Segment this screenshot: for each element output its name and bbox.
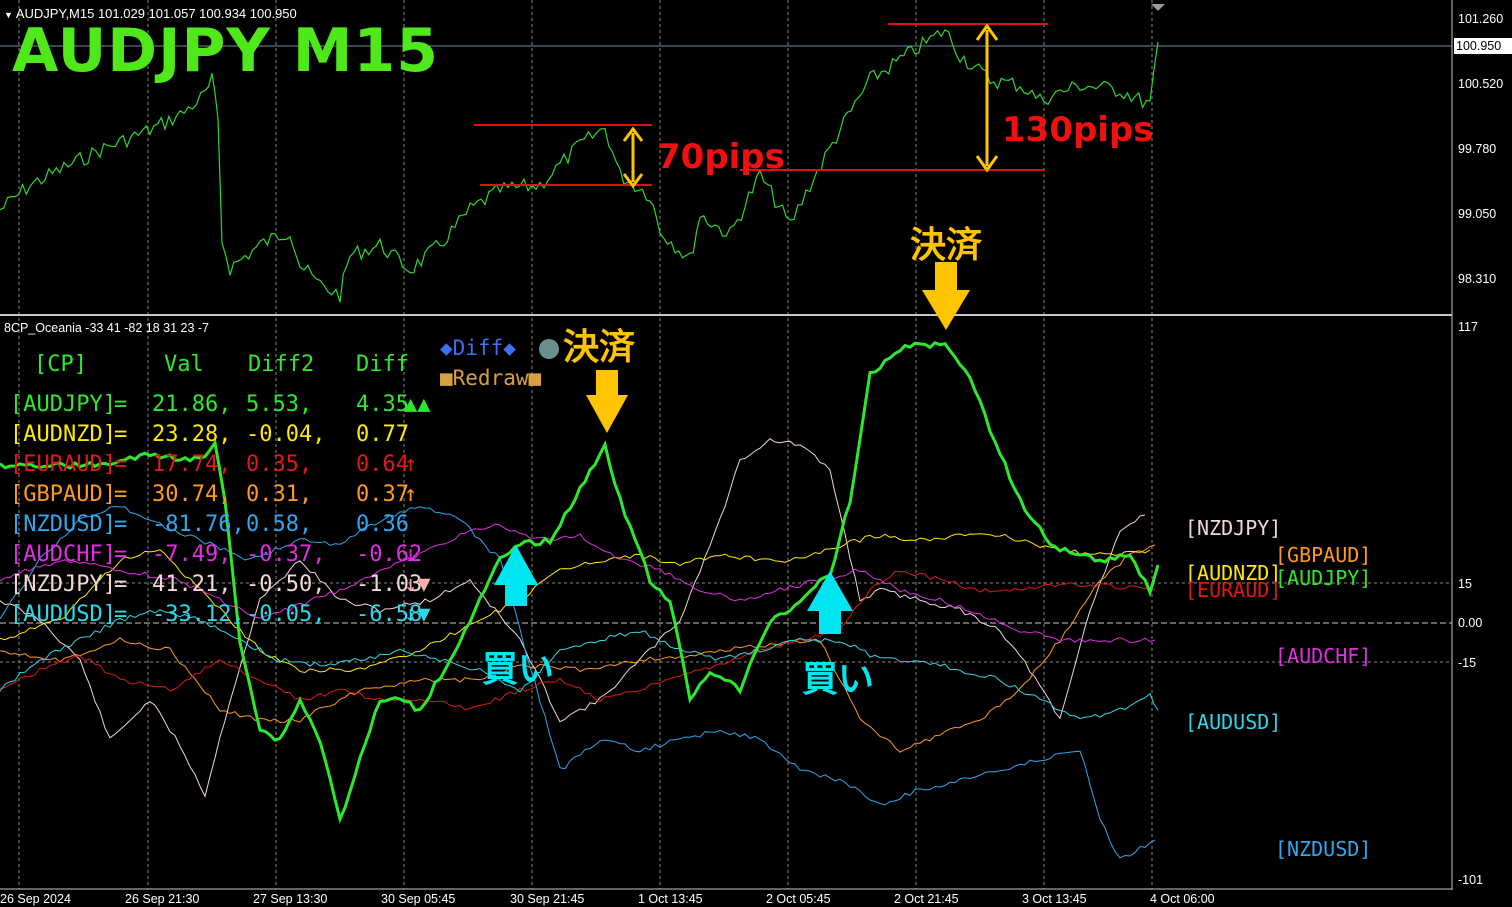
- pair-label-audchf: [AUDCHF]: [1275, 644, 1372, 668]
- table-cell-pair: [AUDCHF]: [10, 542, 116, 567]
- time-axis-label: 3 Oct 13:45: [1022, 892, 1087, 906]
- diff-button[interactable]: ◆Diff◆: [440, 336, 516, 360]
- table-cell-val: 41.21,: [152, 572, 232, 597]
- pips-label-70: 70pips: [657, 137, 785, 177]
- table-cell-eq: =: [114, 422, 128, 447]
- time-axis-label: 2 Oct 21:45: [894, 892, 959, 906]
- indicator-header: 8CP_Oceania -33 41 -82 18 31 23 -7: [4, 321, 209, 335]
- table-cell-pair: [AUDJPY]: [10, 392, 116, 417]
- time-axis-label: 30 Sep 21:45: [510, 892, 585, 906]
- pair-label-euraud: [EURAUD]: [1185, 578, 1282, 602]
- buy-label: 買い: [802, 659, 875, 700]
- indicator-axis-label: -101: [1458, 873, 1484, 887]
- pair-label-gbpaud: [GBPAUD]: [1275, 543, 1372, 567]
- table-cell-val: 21.86,: [152, 392, 232, 417]
- exit-arrow-down-icon: [586, 370, 628, 433]
- table-cell-eq: =: [114, 542, 128, 567]
- table-cell-diff: 0.36: [356, 512, 409, 537]
- current-price-box: 100.950: [1454, 38, 1512, 54]
- table-cell-eq: =: [114, 602, 128, 627]
- table-cell-eq: =: [114, 452, 128, 477]
- range-arrow-70: [622, 126, 644, 189]
- indicator-axis-label: 15: [1458, 577, 1472, 591]
- table-cell-diff2: 0.58,: [246, 512, 313, 537]
- exit-arrow-down-icon: [922, 262, 970, 330]
- table-cell-eq: =: [114, 512, 128, 537]
- time-axis-label: 1 Oct 13:45: [638, 892, 703, 906]
- diff-toggle-dot-icon[interactable]: [539, 339, 559, 359]
- table-cell-mark: ↓▼: [404, 572, 431, 597]
- price-axis-label: 100.520: [1458, 77, 1504, 91]
- pips-label-130: 130pips: [1002, 110, 1154, 150]
- table-cell-diff: 0.64: [356, 452, 409, 477]
- table-cell-diff2: -0.05,: [246, 602, 326, 627]
- pair-label-audjpy: [AUDJPY]: [1275, 566, 1372, 590]
- table-cell-val: -33.12,: [152, 602, 245, 627]
- indicator-axis-label: -15: [1458, 656, 1477, 670]
- time-axis-label: 26 Sep 21:30: [125, 892, 200, 906]
- table-cell-pair: [AUDNZD]: [10, 422, 116, 447]
- table-cell-diff: 0.77: [356, 422, 409, 447]
- table-cell-mark: ↑: [404, 452, 418, 477]
- scroll-marker-icon: [1151, 4, 1165, 11]
- table-cell-pair: [AUDUSD]: [10, 602, 116, 627]
- table-cell-mark: ↓▼: [404, 602, 431, 627]
- table-cell-pair: [NZDUSD]: [10, 512, 116, 537]
- table-header-cp: [CP]: [34, 352, 87, 377]
- table-cell-val: -7.49,: [152, 542, 232, 567]
- price-axis-label: 98.310: [1458, 272, 1497, 286]
- buy-label: 買い: [482, 649, 555, 690]
- time-axis-label: 27 Sep 13:30: [253, 892, 328, 906]
- time-axis-label: 30 Sep 05:45: [381, 892, 456, 906]
- table-cell-diff2: 0.31,: [246, 482, 313, 507]
- table-header-val: Val: [164, 352, 204, 377]
- indicator-axis-label: 0.00: [1458, 616, 1483, 630]
- table-cell-val: 23.28,: [152, 422, 232, 447]
- table-cell-diff2: 5.53,: [246, 392, 313, 417]
- table-header-diff2: Diff2: [248, 352, 315, 377]
- table-cell-mark: ↑: [404, 482, 418, 507]
- table-cell-eq: =: [114, 392, 128, 417]
- pair-label-nzdjpy: [NZDJPY]: [1185, 516, 1282, 540]
- buy-arrow-up-icon: [494, 545, 538, 606]
- redraw-button[interactable]: ■Redraw■: [440, 366, 541, 390]
- table-cell-mark: ▲▲: [404, 392, 431, 417]
- price-axis-label: 99.780: [1458, 142, 1497, 156]
- time-axis-label: 26 Sep 2024: [0, 892, 71, 906]
- price-axis-label: 101.260: [1458, 12, 1504, 26]
- table-cell-val: 17.74,: [152, 452, 232, 477]
- pair-label-audusd: [AUDUSD]: [1185, 710, 1282, 734]
- table-cell-val: -81.76,: [152, 512, 245, 537]
- indicator-axis-label: 117: [1458, 320, 1478, 334]
- exit-label: 決済: [910, 225, 983, 266]
- table-cell-diff2: 0.35,: [246, 452, 313, 477]
- table-cell-diff: 4.35: [356, 392, 409, 417]
- table-cell-val: 30.74,: [152, 482, 232, 507]
- table-cell-diff2: -0.37,: [246, 542, 326, 567]
- table-cell-eq: =: [114, 572, 128, 597]
- table-cell-eq: =: [114, 482, 128, 507]
- exit-label: 決済: [563, 327, 636, 368]
- time-axis-label: 4 Oct 06:00: [1150, 892, 1215, 906]
- chart-title-overlay: AUDJPY M15: [12, 16, 439, 86]
- table-cell-diff2: -0.04,: [246, 422, 326, 447]
- table-header-diff: Diff: [356, 352, 409, 377]
- time-axis-label: 2 Oct 05:45: [766, 892, 831, 906]
- indicator-lines: [0, 340, 1160, 859]
- pair-label-nzdusd: [NZDUSD]: [1275, 837, 1372, 861]
- table-cell-pair: [NZDJPY]: [10, 572, 116, 597]
- table-cell-pair: [GBPAUD]: [10, 482, 116, 507]
- table-cell-diff2: -0.50,: [246, 572, 326, 597]
- table-cell-mark: ↓: [404, 542, 418, 567]
- table-cell-diff: 0.37: [356, 482, 409, 507]
- price-axis-label: 99.050: [1458, 207, 1497, 221]
- table-cell-pair: [EURAUD]: [10, 452, 116, 477]
- range-arrow-130: [975, 23, 999, 173]
